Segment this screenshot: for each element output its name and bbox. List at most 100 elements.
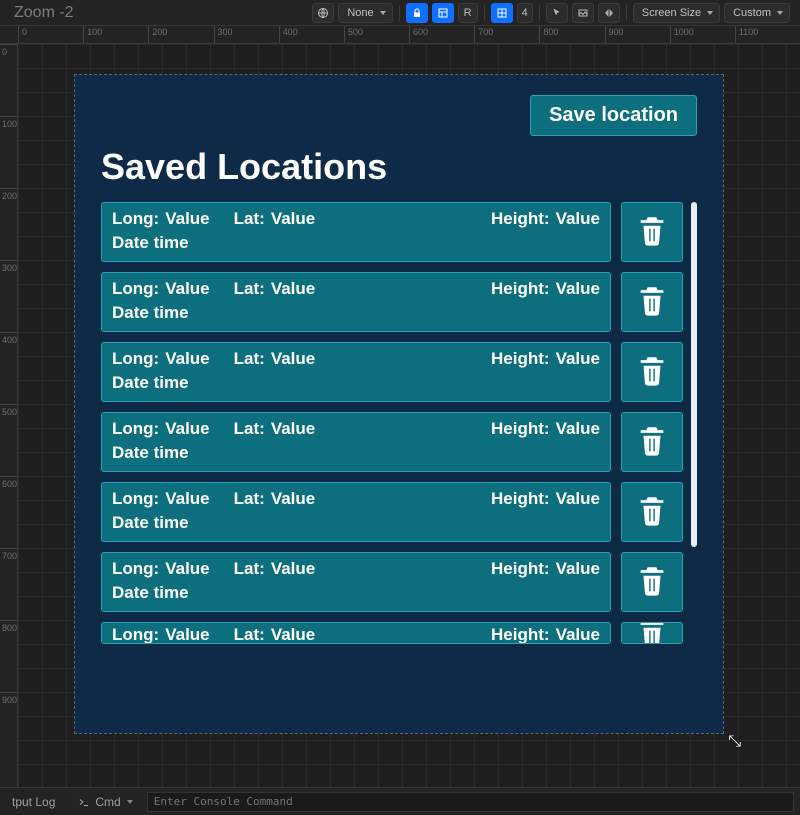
lat-value: Value [271, 489, 315, 509]
lat-label: Lat [234, 209, 265, 229]
location-card[interactable]: Long ValueLat ValueHeight ValueDate time [101, 202, 611, 262]
ruler-tick: 100 [83, 26, 148, 43]
lat-label: Lat [234, 419, 265, 439]
long-label: Long [112, 209, 159, 229]
delete-location-button[interactable] [621, 622, 683, 644]
height-label: Height [491, 625, 550, 644]
saved-locations-panel: Save location Saved Locations Long Value… [75, 75, 723, 733]
datetime-value: Date time [112, 583, 600, 603]
screen-size-dropdown[interactable]: Screen Size [633, 3, 720, 23]
lat-label: Lat [234, 559, 265, 579]
fill-rule-dropdown[interactable]: Custom [724, 3, 790, 23]
ruler-tick: 900 [0, 692, 17, 764]
output-log-tab[interactable]: tput Log [6, 793, 61, 811]
location-row: Long Value Lat Value Height Value Date time [101, 412, 683, 472]
datetime-value: Date time [112, 373, 600, 393]
lat-label: Lat [234, 279, 265, 299]
long-label: Long [112, 419, 159, 439]
long-label: Long [112, 559, 159, 579]
height-value: Value [556, 419, 600, 439]
height-label: Height [491, 349, 550, 369]
locations-list: Long Value Lat Value Height Value Date time… [101, 202, 683, 644]
trash-icon [635, 563, 669, 602]
ruler-tick: 600 [409, 26, 474, 43]
trash-icon [635, 283, 669, 322]
ruler-tick: 600 [0, 476, 17, 548]
grid-snap-value[interactable]: 4 [517, 3, 533, 23]
height-value: Value [556, 559, 600, 579]
height-label: Height [491, 209, 550, 229]
long-value: Value [165, 419, 209, 439]
location-card[interactable]: Long ValueLat ValueHeight ValueDate time [101, 622, 611, 644]
ruler-tick: 700 [0, 548, 17, 620]
ruler-tick: 500 [0, 404, 17, 476]
location-card[interactable]: Long ValueLat ValueHeight ValueDate time [101, 272, 611, 332]
ruler-tick: 0 [18, 26, 83, 43]
widget-bounds[interactable]: ⤡ Save location Saved Locations Long Val… [74, 74, 724, 734]
location-card[interactable]: Long ValueLat ValueHeight ValueDate time [101, 552, 611, 612]
location-row: Long ValueLat ValueHeight ValueDate time [101, 342, 683, 402]
lat-label: Lat [234, 625, 265, 644]
location-row: Long ValueLat ValueHeight ValueDate time [101, 482, 683, 542]
height-label: Height [491, 419, 550, 439]
ruler-tick: 500 [344, 26, 409, 43]
trash-icon [635, 353, 669, 392]
editor-top-toolbar: Zoom -2 None R 4 Screen Size Custom [0, 0, 800, 26]
ruler-tick: 400 [279, 26, 344, 43]
delete-location-button[interactable] [621, 342, 683, 402]
respects-locks-button[interactable]: R [458, 3, 478, 23]
locations-scrollbar[interactable] [691, 202, 697, 644]
cmd-label: Cmd [95, 795, 120, 809]
resize-handle-icon[interactable]: ⤡ [728, 733, 741, 751]
trash-icon [635, 423, 669, 462]
console-command-input[interactable] [147, 792, 794, 812]
location-row: Long ValueLat ValueHeight ValueDate time [101, 202, 683, 262]
delete-location-button[interactable] [621, 202, 683, 262]
height-label: Height [491, 489, 550, 509]
location-card[interactable]: Long ValueLat ValueHeight ValueDate time [101, 342, 611, 402]
lat-value: Value [271, 419, 315, 439]
lat-value: Value [271, 209, 315, 229]
layout-outline-icon[interactable] [432, 3, 454, 23]
ruler-tick: 100 [0, 116, 17, 188]
height-label: Height [491, 559, 550, 579]
mirror-icon[interactable] [598, 3, 620, 23]
datetime-value: Date time [112, 303, 600, 323]
ruler-tick: 300 [214, 26, 279, 43]
ruler-tick: 1100 [735, 26, 800, 43]
lat-value: Value [271, 279, 315, 299]
long-value: Value [165, 279, 209, 299]
datetime-value: Date time [112, 233, 600, 253]
long-label: Long [112, 349, 159, 369]
long-label: Long [112, 489, 159, 509]
delete-location-button[interactable] [621, 552, 683, 612]
datetime-value: Date time [112, 443, 600, 463]
designer-canvas[interactable]: ⤡ Save location Saved Locations Long Val… [18, 44, 800, 787]
image-icon[interactable] [572, 3, 594, 23]
cursor-icon[interactable] [546, 3, 568, 23]
globe-icon[interactable] [312, 3, 334, 23]
localization-dropdown[interactable]: None [338, 3, 392, 23]
lat-value: Value [271, 349, 315, 369]
grid-snap-icon[interactable] [491, 3, 513, 23]
editor-bottom-bar: tput Log Cmd [0, 787, 800, 815]
long-label: Long [112, 279, 159, 299]
ruler-tick: 700 [474, 26, 539, 43]
location-card[interactable]: Long Value Lat Value Height Value Date time [101, 412, 611, 472]
lat-value: Value [271, 625, 315, 644]
trash-icon [635, 213, 669, 252]
lock-icon[interactable] [406, 3, 428, 23]
long-label: Long [112, 625, 159, 644]
delete-location-button[interactable] [621, 412, 683, 472]
delete-location-button[interactable] [621, 272, 683, 332]
delete-location-button[interactable] [621, 482, 683, 542]
cmd-dropdown[interactable]: Cmd [71, 793, 136, 811]
height-value: Value [556, 209, 600, 229]
long-value: Value [165, 489, 209, 509]
panel-title: Saved Locations [101, 146, 697, 188]
lat-value: Value [271, 559, 315, 579]
ruler-tick: 200 [0, 188, 17, 260]
location-card[interactable]: Long ValueLat ValueHeight ValueDate time [101, 482, 611, 542]
save-location-button[interactable]: Save location [530, 95, 697, 136]
height-value: Value [556, 349, 600, 369]
